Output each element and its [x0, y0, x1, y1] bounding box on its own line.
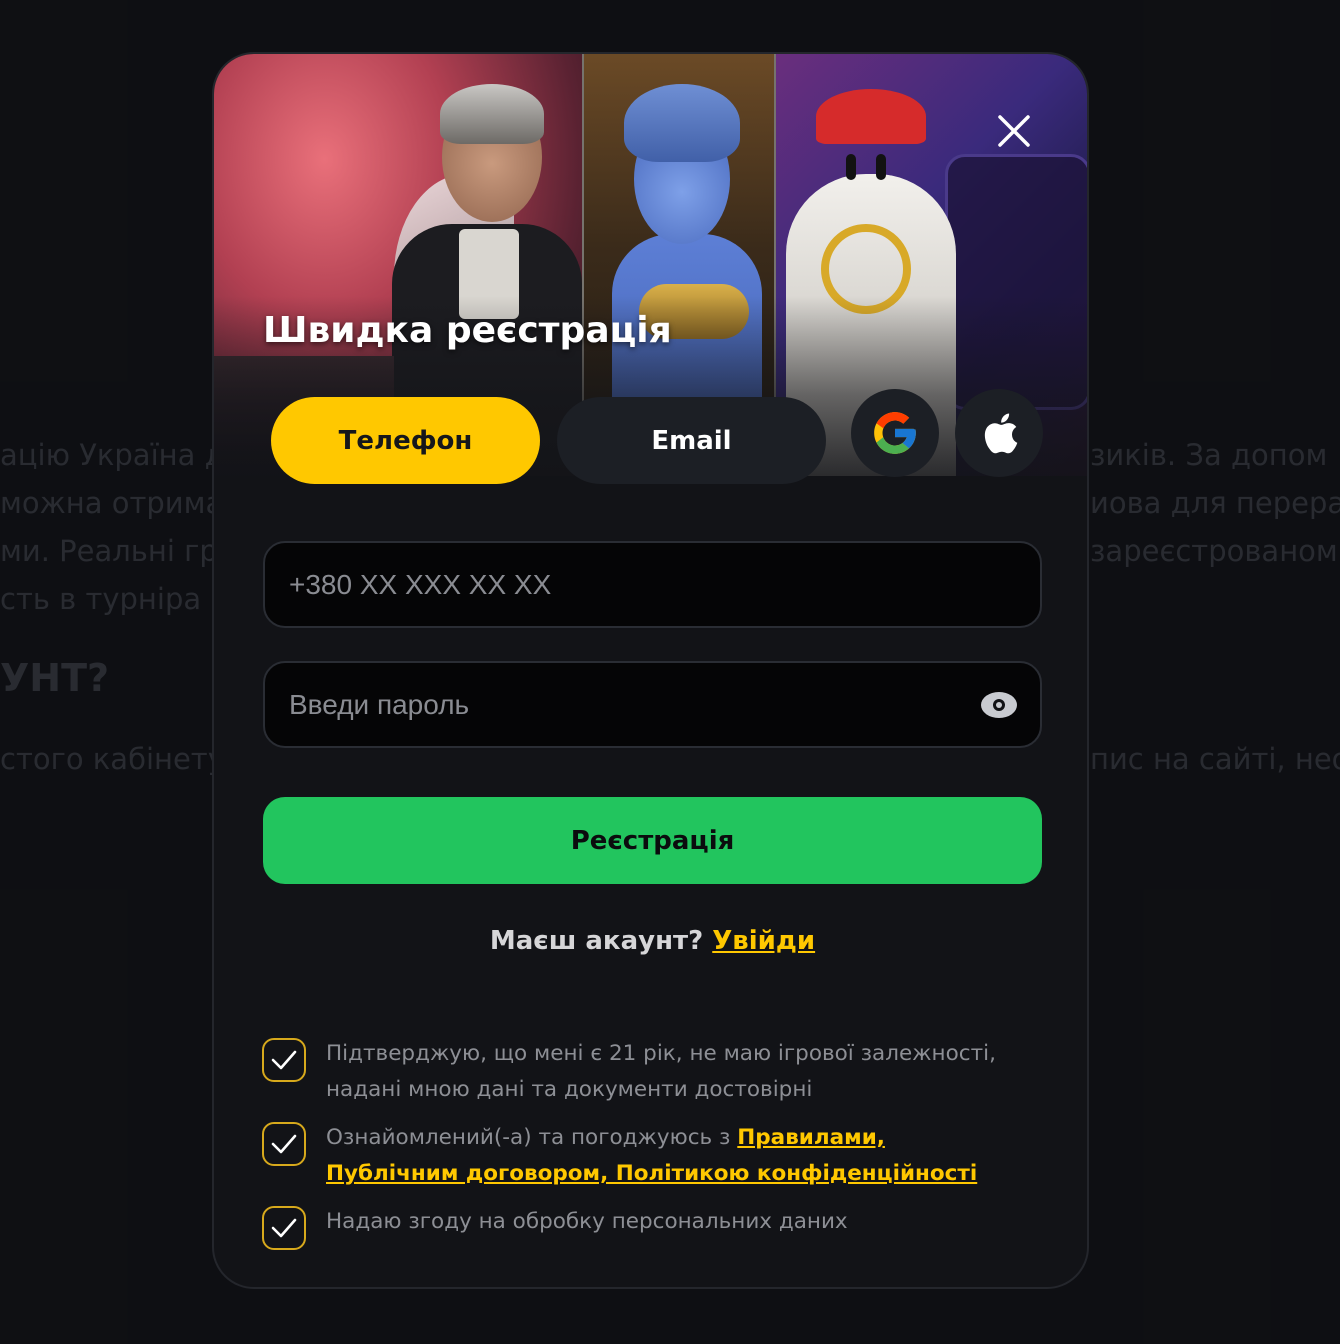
checkmark-icon — [271, 1218, 297, 1238]
google-icon — [874, 412, 916, 454]
close-button[interactable] — [993, 110, 1035, 152]
have-account-text: Маєш акаунт? — [489, 926, 704, 956]
consent-terms-prefix: Ознайомлений(-а) та погоджуюсь з — [326, 1125, 738, 1150]
consent-terms: Ознайомлений(-а) та погоджуюсь з Правила… — [262, 1120, 1022, 1192]
phone-input[interactable] — [287, 567, 1018, 602]
login-prompt: Маєш акаунт? Увійди — [214, 926, 1087, 956]
login-link[interactable]: Увійди — [712, 926, 815, 956]
register-button[interactable]: Реєстрація — [263, 797, 1042, 884]
consent-personal-data: Надаю згоду на обробку персональних дани… — [262, 1204, 1022, 1250]
eye-icon — [981, 691, 1017, 718]
checkmark-icon — [271, 1050, 297, 1070]
consent-terms-checkbox[interactable] — [262, 1122, 306, 1166]
password-input[interactable] — [287, 687, 980, 722]
password-field[interactable] — [263, 661, 1042, 748]
tab-phone[interactable]: Телефон — [271, 397, 540, 484]
password-visibility-toggle[interactable] — [980, 690, 1018, 720]
consent-terms-text: Ознайомлений(-а) та погоджуюсь з Правила… — [326, 1120, 1022, 1192]
close-icon — [998, 115, 1030, 147]
consent-age-checkbox[interactable] — [262, 1038, 306, 1082]
apple-login-button[interactable] — [955, 389, 1043, 477]
consent-age-text: Підтверджую, що мені є 21 рік, не маю іг… — [326, 1041, 996, 1102]
modal-title: Швидка реєстрація — [263, 310, 672, 351]
consent-personal-data-text: Надаю згоду на обробку персональних дани… — [326, 1209, 848, 1234]
registration-modal: Швидка реєстрація Телефон Email Реєстрац… — [212, 52, 1089, 1289]
tab-email[interactable]: Email — [557, 397, 826, 484]
consent-age: Підтверджую, що мені є 21 рік, не маю іг… — [262, 1036, 1022, 1108]
apple-icon — [984, 413, 1018, 454]
phone-field[interactable] — [263, 541, 1042, 628]
checkmark-icon — [271, 1134, 297, 1154]
google-login-button[interactable] — [851, 389, 939, 477]
consent-personal-data-checkbox[interactable] — [262, 1206, 306, 1250]
